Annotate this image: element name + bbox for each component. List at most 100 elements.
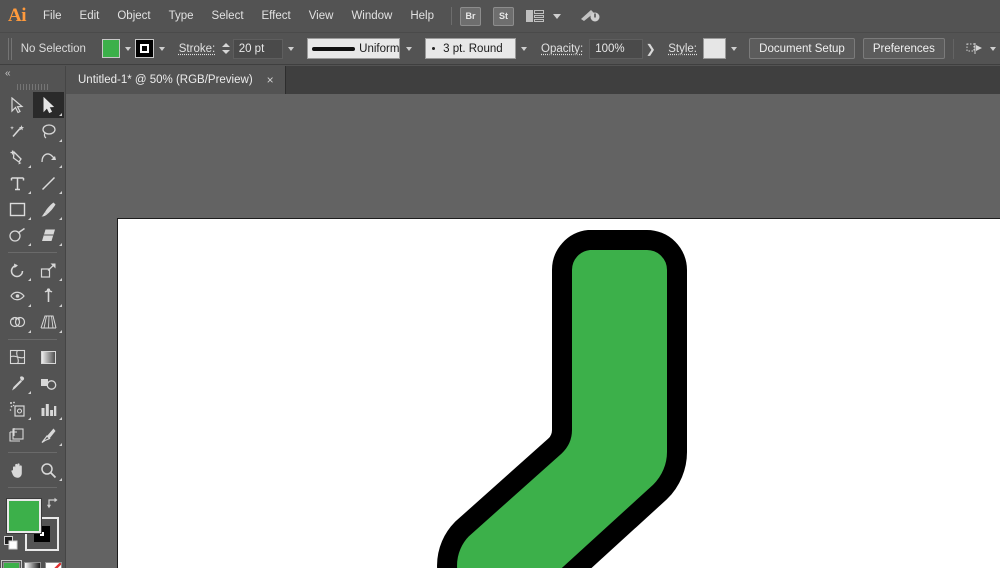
artboard <box>117 218 1000 568</box>
tool-artboard[interactable] <box>2 422 33 448</box>
tool-paintbrush[interactable] <box>33 196 64 222</box>
control-bar-grip[interactable] <box>8 38 13 60</box>
tool-hand[interactable] <box>2 457 33 483</box>
fill-stroke-controls <box>0 492 65 560</box>
tool-rotate[interactable] <box>2 257 33 283</box>
tool-blend[interactable] <box>33 370 64 396</box>
menu-select[interactable]: Select <box>203 0 253 32</box>
menu-type[interactable]: Type <box>160 0 203 32</box>
tools-group-paint <box>0 344 65 448</box>
opacity-expand-icon[interactable]: ❯ <box>643 39 658 59</box>
document-tab-bar: Untitled-1* @ 50% (RGB/Preview) × <box>66 66 1000 94</box>
stock-icon[interactable]: St <box>493 7 514 26</box>
tools-panel-grip[interactable] <box>0 81 65 92</box>
canvas-area[interactable] <box>66 94 1000 568</box>
tool-column-graph[interactable] <box>33 396 64 422</box>
tool-eraser[interactable] <box>33 222 64 248</box>
tool-curvature[interactable] <box>33 144 64 170</box>
menu-bar: Ai File Edit Object Type Select Effect V… <box>0 0 1000 32</box>
align-to-selection-icon[interactable] <box>966 40 985 58</box>
tool-perspective-grid[interactable] <box>33 309 64 335</box>
tool-line-segment[interactable] <box>33 170 64 196</box>
tools-divider <box>8 339 57 340</box>
swap-fill-stroke-icon[interactable] <box>46 496 60 510</box>
tool-magic-wand[interactable] <box>2 118 33 144</box>
stroke-weight-label: Stroke: <box>179 43 215 55</box>
brush-definition-combo[interactable]: 3 pt. Round <box>425 38 516 59</box>
tools-divider <box>8 452 57 453</box>
selection-status: No Selection <box>21 43 86 55</box>
tool-gradient[interactable] <box>33 344 64 370</box>
illustrator-window: Ai File Edit Object Type Select Effect V… <box>0 0 1000 568</box>
tool-slice[interactable] <box>33 422 64 448</box>
tool-type[interactable] <box>2 170 33 196</box>
graphic-style-swatch[interactable] <box>703 38 726 59</box>
color-mode-none[interactable] <box>45 562 62 568</box>
tool-shaper[interactable] <box>2 222 33 248</box>
fill-color-box[interactable] <box>7 499 41 533</box>
tool-selection[interactable] <box>2 92 33 118</box>
menu-file[interactable]: File <box>34 0 71 32</box>
color-mode-group <box>0 562 65 568</box>
opacity-input[interactable]: 100% <box>589 39 643 59</box>
menu-help[interactable]: Help <box>401 0 443 32</box>
width-profile-preview-icon <box>312 47 355 51</box>
control-bar-divider <box>953 39 954 59</box>
menu-window[interactable]: Window <box>342 0 401 32</box>
width-profile-combo[interactable]: Uniform <box>307 38 400 59</box>
tool-rectangle[interactable] <box>2 196 33 222</box>
document-setup-button[interactable]: Document Setup <box>749 38 855 59</box>
tool-pen[interactable] <box>2 144 33 170</box>
brush-definition-value: 3 pt. Round <box>443 43 502 55</box>
tools-divider <box>8 487 57 488</box>
tool-eyedropper[interactable] <box>2 370 33 396</box>
color-mode-color[interactable] <box>3 562 20 568</box>
stroke-weight-chevron-down-icon[interactable] <box>284 39 298 59</box>
arrange-documents-icon[interactable] <box>526 9 546 24</box>
tool-shape-builder[interactable] <box>2 309 33 335</box>
tool-scale[interactable] <box>33 257 64 283</box>
tool-free-transform[interactable] <box>33 283 64 309</box>
workspace-switcher-icon[interactable] <box>578 6 602 26</box>
preferences-button[interactable]: Preferences <box>863 38 945 59</box>
align-chevron-down-icon[interactable] <box>986 39 1000 59</box>
tools-group-transform <box>0 257 65 335</box>
menu-view[interactable]: View <box>300 0 343 32</box>
collapse-panel-icon[interactable]: « <box>0 66 65 81</box>
tools-panel: « <box>0 66 66 568</box>
menu-divider <box>451 7 452 25</box>
fill-color-swatch[interactable] <box>102 39 120 58</box>
brush-definition-chevron-down-icon[interactable] <box>517 39 531 59</box>
style-chevron-down-icon[interactable] <box>727 39 741 59</box>
menu-effect[interactable]: Effect <box>253 0 300 32</box>
brush-preview-icon <box>432 47 435 50</box>
stroke-weight-input[interactable]: 20 pt <box>233 39 283 59</box>
stroke-chevron-down-icon[interactable] <box>155 39 169 59</box>
menu-edit[interactable]: Edit <box>71 0 109 32</box>
tools-group-navigate <box>0 457 65 483</box>
tool-zoom[interactable] <box>33 457 64 483</box>
app-logo: Ai <box>0 0 34 32</box>
style-label: Style: <box>668 43 697 55</box>
tool-symbol-sprayer[interactable] <box>2 396 33 422</box>
close-icon[interactable]: × <box>265 73 276 87</box>
tools-divider <box>8 252 57 253</box>
stroke-weight-stepper[interactable] <box>221 39 231 59</box>
arrange-chevron-down-icon[interactable] <box>549 6 564 26</box>
stroke-color-swatch[interactable] <box>135 39 153 58</box>
width-profile-chevron-down-icon[interactable] <box>401 39 415 59</box>
tool-mesh[interactable] <box>2 344 33 370</box>
bridge-icon[interactable]: Br <box>460 7 481 26</box>
tool-lasso[interactable] <box>33 118 64 144</box>
tools-group-selection <box>0 92 65 248</box>
menu-object[interactable]: Object <box>108 0 159 32</box>
opacity-label: Opacity: <box>541 43 583 55</box>
tool-direct-selection[interactable] <box>33 92 64 118</box>
tool-width[interactable] <box>2 283 33 309</box>
document-tab[interactable]: Untitled-1* @ 50% (RGB/Preview) × <box>66 66 286 94</box>
color-mode-gradient[interactable] <box>24 562 41 568</box>
control-bar: No Selection Stroke: 20 pt Uniform 3 pt.… <box>0 32 1000 65</box>
document-tab-title: Untitled-1* @ 50% (RGB/Preview) <box>78 74 253 86</box>
default-fill-stroke-icon[interactable] <box>4 536 18 550</box>
fill-chevron-down-icon[interactable] <box>121 39 135 59</box>
